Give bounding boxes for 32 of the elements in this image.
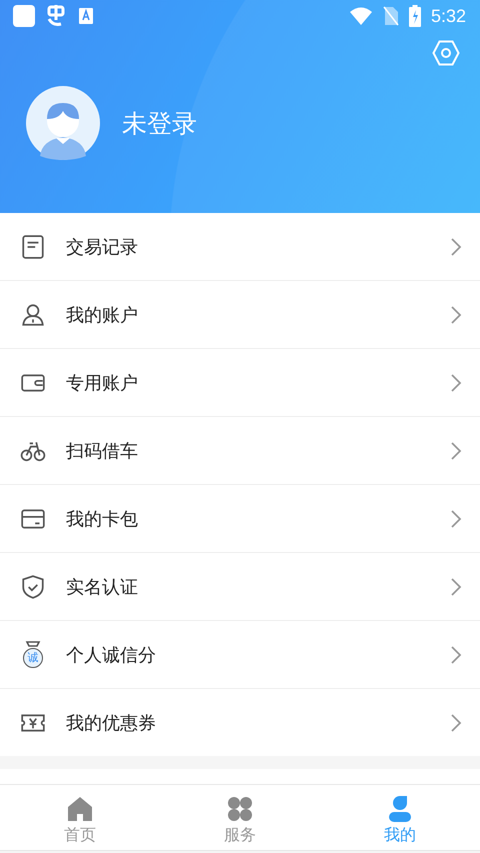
person-icon	[386, 795, 414, 823]
menu-item[interactable]: 扫码借车	[0, 417, 480, 485]
chevron-icon	[450, 236, 462, 256]
status-time: 5:32	[430, 6, 466, 26]
medal-badge: 诚	[23, 648, 43, 668]
keyboard-icon	[78, 7, 94, 25]
menu-item[interactable]: 诚 个人诚信分	[0, 621, 480, 689]
person-icon	[20, 302, 46, 328]
app-icon	[12, 4, 36, 28]
avatar-icon[interactable]	[26, 86, 100, 160]
wifi-icon	[348, 6, 373, 26]
chevron-icon	[450, 440, 462, 460]
no-sim-icon	[382, 6, 399, 26]
chevron-icon	[450, 508, 462, 528]
menu-item[interactable]: 我的卡包	[0, 485, 480, 553]
menu-item[interactable]: 交易记录	[0, 213, 480, 281]
chevron-icon	[450, 712, 462, 732]
battery-icon	[408, 5, 421, 27]
home-icon	[66, 795, 94, 823]
grid-icon	[226, 795, 254, 823]
menu-item[interactable]: 实名认证	[0, 553, 480, 621]
menu-item[interactable]: 我的优惠券	[0, 689, 480, 756]
settings-icon[interactable]	[432, 40, 460, 66]
chevron-icon	[450, 372, 462, 392]
menu-item[interactable]: 我的账户	[0, 281, 480, 349]
menu-item[interactable]: 专用账户	[0, 349, 480, 417]
chevron-icon	[450, 576, 462, 596]
chevron-icon	[450, 644, 462, 664]
document-icon	[20, 234, 46, 260]
shield-check-icon	[20, 574, 46, 600]
ribbon-icon	[25, 640, 41, 646]
chevron-icon	[450, 304, 462, 324]
